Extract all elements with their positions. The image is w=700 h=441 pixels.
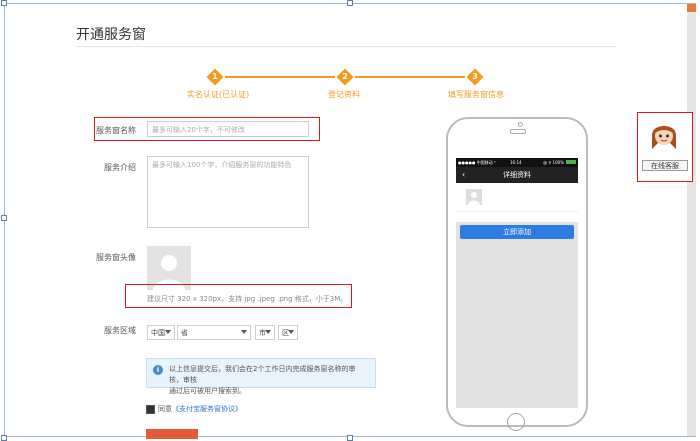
- province-select[interactable]: 省: [177, 325, 251, 340]
- online-service-label: 在线客服: [642, 160, 688, 171]
- resize-handle-ml[interactable]: [1, 215, 7, 221]
- region-label: 服务区域: [104, 326, 136, 335]
- province-value: 省: [181, 329, 188, 337]
- resize-handle-tm[interactable]: [347, 0, 353, 6]
- submit-button[interactable]: [146, 429, 198, 439]
- status-carrier: ●●●●● 中国移动 ᴱ: [458, 160, 496, 165]
- info-notice: i 以上信息提交后，我们会在2个工作日内完成服务窗名称的审核，审核 通过后可被用…: [146, 358, 376, 395]
- step-1-label: 实名认证(已认证): [187, 90, 250, 99]
- avatar-label: 服务窗头像: [96, 253, 136, 262]
- chevron-down-icon: [265, 330, 271, 334]
- page-title: 开通服务窗: [76, 27, 146, 43]
- phone-camera: [518, 122, 523, 127]
- step-line-2: [355, 76, 465, 78]
- title-divider: [76, 46, 616, 47]
- phone-status-bar: ●●●●● 中国移动 ᴱ 16:14 @ ⚲ 100%: [456, 158, 578, 167]
- back-icon[interactable]: ‹: [462, 167, 465, 183]
- step-1-number: 1: [212, 72, 218, 81]
- service-intro-textarea[interactable]: 最多可输入100个字，介绍服务窗的功能特色: [147, 156, 309, 228]
- scrollbar-track[interactable]: [687, 4, 696, 436]
- info-line-2: 通过后可被用户搜索到。: [169, 387, 246, 395]
- status-time: 16:14: [510, 160, 522, 165]
- add-button[interactable]: 立即添加: [460, 225, 574, 239]
- country-value: 中国: [151, 329, 165, 337]
- agree-text: 同意: [158, 405, 172, 413]
- profile-avatar: [466, 189, 482, 205]
- nav-title: 详细资料: [503, 171, 531, 179]
- step-3-label: 填写服务窗信息: [448, 90, 504, 99]
- phone-nav-bar: ‹ 详细资料: [456, 167, 578, 183]
- status-battery: @ ⚲ 100%: [543, 160, 564, 165]
- scrollbar-cap: [687, 4, 696, 12]
- avatar-hint: 建议尺寸 320 x 320px，支持.jpg .jpeg .png 格式，小于…: [147, 295, 348, 303]
- resize-handle-tl[interactable]: [1, 0, 7, 6]
- phone-home-button: [507, 413, 525, 431]
- intro-label: 服务介绍: [104, 163, 136, 172]
- profile-row: [456, 211, 578, 222]
- chevron-down-icon: [165, 330, 171, 334]
- step-2-label: 登记资料: [328, 90, 360, 99]
- step-2-number: 2: [342, 72, 348, 81]
- info-line-1: 以上信息提交后，我们会在2个工作日内完成服务窗名称的审核，审核: [169, 365, 356, 384]
- resize-handle-bl[interactable]: [1, 435, 7, 441]
- battery-icon: [566, 160, 576, 164]
- phone-speaker: [510, 129, 526, 134]
- step-3-number: 3: [472, 72, 478, 81]
- city-select[interactable]: 市: [255, 325, 275, 340]
- service-name-input[interactable]: 最多可输入20个字，不可修改: [147, 121, 309, 137]
- agree-checkbox[interactable]: [146, 404, 155, 414]
- district-select[interactable]: 区: [278, 325, 298, 340]
- name-label: 服务窗名称: [96, 126, 136, 135]
- agreement-link[interactable]: 《支付宝服务窗协议》: [172, 405, 242, 413]
- info-icon: i: [153, 365, 163, 375]
- phone-preview: ●●●●● 中国移动 ᴱ 16:14 @ ⚲ 100% ‹ 详细资料 立即添加: [446, 117, 588, 431]
- step-indicator: 1 实名认证(已认证) 2 登记资料 3 填写服务窗信息: [160, 68, 540, 110]
- agreement-row: 同意《支付宝服务窗协议》: [146, 404, 242, 414]
- chevron-down-icon: [288, 330, 294, 334]
- country-select[interactable]: 中国: [147, 325, 175, 340]
- step-line-1: [225, 76, 335, 78]
- phone-screen: ●●●●● 中国移动 ᴱ 16:14 @ ⚲ 100% ‹ 详细资料 立即添加: [456, 158, 578, 408]
- profile-card: [456, 183, 578, 211]
- service-avatar-icon: [652, 126, 676, 149]
- resize-handle-bm[interactable]: [347, 435, 353, 441]
- user-icon: [468, 192, 480, 205]
- online-service-widget[interactable]: 在线客服: [637, 112, 693, 182]
- chevron-down-icon: [241, 330, 247, 334]
